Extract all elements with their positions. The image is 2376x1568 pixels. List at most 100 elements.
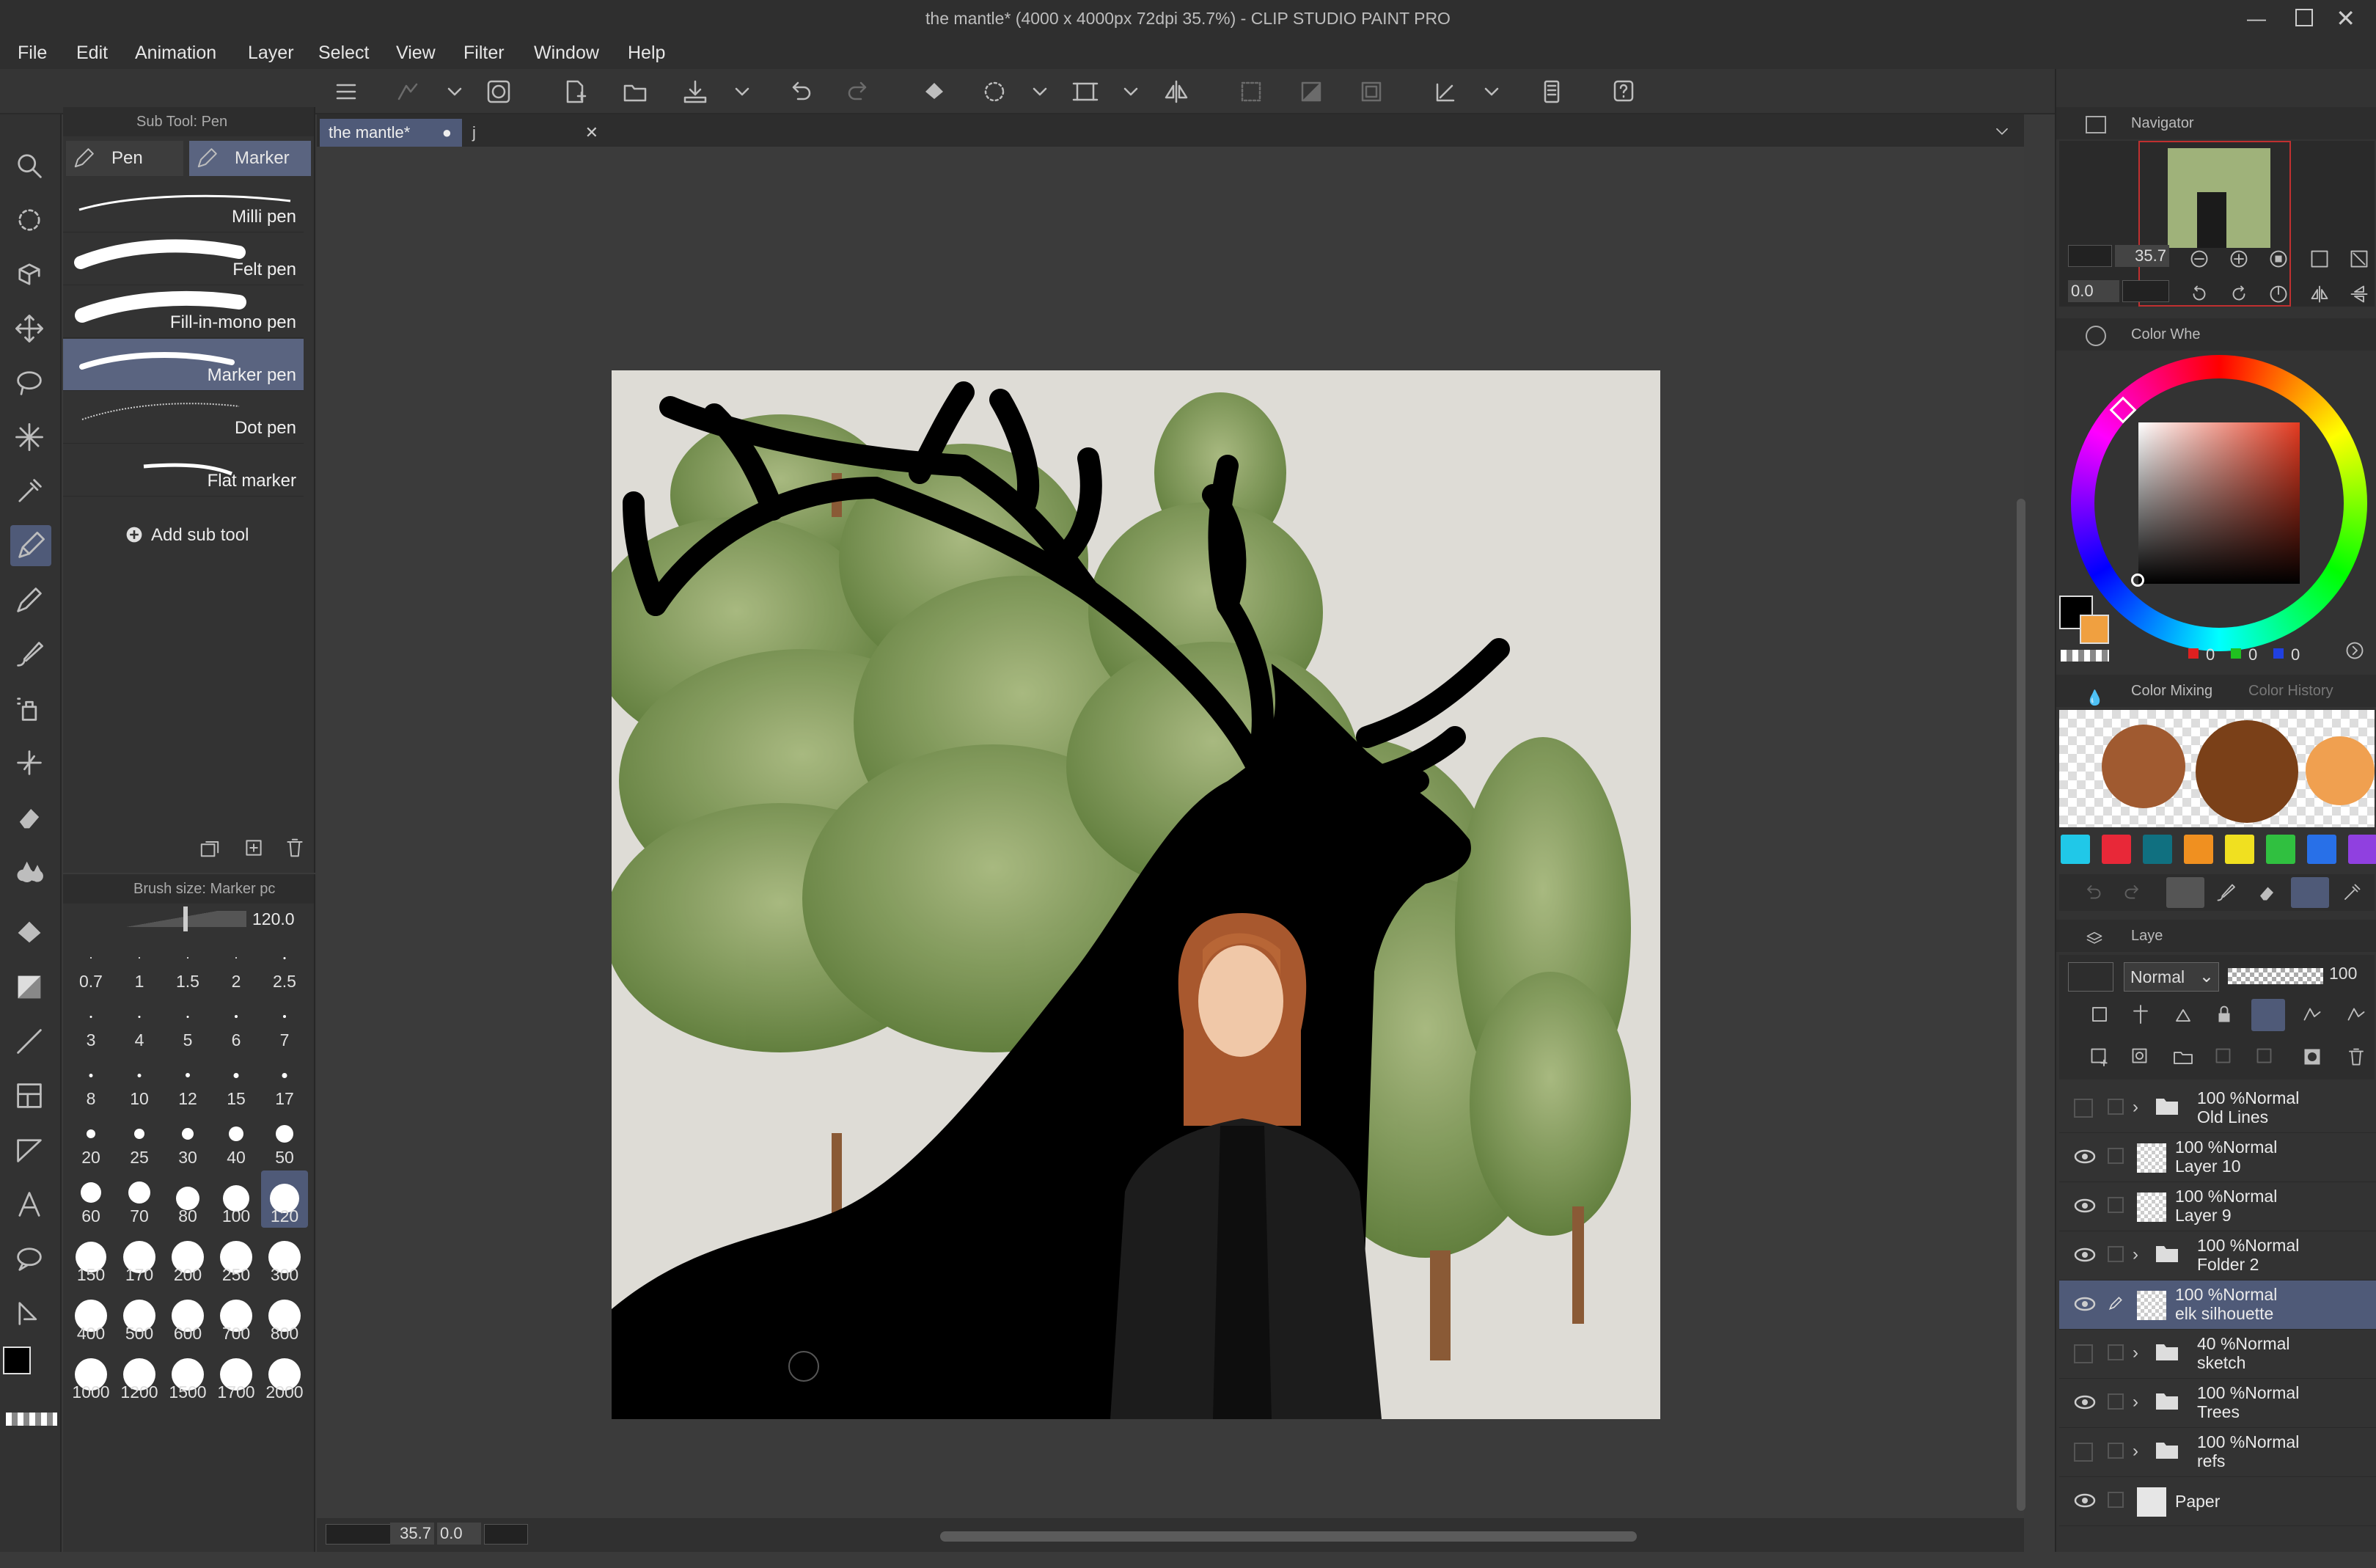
fill-icon[interactable] xyxy=(13,917,45,949)
save-icon[interactable] xyxy=(681,77,710,106)
operation-icon[interactable] xyxy=(13,204,45,236)
eye-icon[interactable] xyxy=(2074,1148,2096,1165)
navigator-zoom-slider[interactable] xyxy=(2068,245,2112,267)
expand-chevron-icon[interactable]: › xyxy=(2133,1343,2138,1363)
brush-size-preset[interactable]: 800 xyxy=(261,1288,308,1345)
eyedropper-icon[interactable] xyxy=(2341,882,2363,904)
minimize-icon[interactable]: — xyxy=(2247,7,2266,30)
brush-size-slider[interactable] xyxy=(70,911,246,927)
airbrush-icon[interactable] xyxy=(13,692,45,725)
chevron-down-icon[interactable] xyxy=(1477,77,1506,106)
layer-row[interactable]: › 100 %Normal Folder 2 xyxy=(2059,1231,2376,1281)
brush-size-preset[interactable]: 150 xyxy=(67,1229,114,1286)
brush-size-preset[interactable]: 40 xyxy=(213,1112,260,1169)
chevron-down-icon[interactable] xyxy=(1116,77,1145,106)
palette-swatch[interactable] xyxy=(2102,835,2131,864)
brush-size-slider-handle[interactable] xyxy=(183,906,188,931)
brush-size-preset[interactable]: 600 xyxy=(164,1288,211,1345)
redo-icon[interactable] xyxy=(2122,882,2144,904)
layer-row[interactable]: › 40 %Normal sketch xyxy=(2059,1330,2376,1379)
reset-rotation-icon[interactable] xyxy=(2267,283,2289,305)
help-icon[interactable] xyxy=(1609,77,1638,106)
rotate-left-icon[interactable] xyxy=(2188,283,2210,305)
transform-icon[interactable] xyxy=(1071,77,1100,106)
brush-size-preset[interactable]: 6 xyxy=(213,994,260,1052)
layer-row[interactable]: 100 %Normal elk silhouette xyxy=(2059,1281,2376,1330)
lasso-icon[interactable] xyxy=(13,367,45,399)
menu-animation[interactable]: Animation xyxy=(135,37,216,69)
layer-row[interactable]: › 100 %Normal refs xyxy=(2059,1428,2376,1477)
main-color-swatch[interactable] xyxy=(3,1347,31,1374)
brush-size-preset[interactable]: 120 xyxy=(261,1170,308,1228)
brush-item[interactable]: Marker pen xyxy=(63,339,304,391)
flip-horizontal-icon[interactable] xyxy=(2309,283,2331,305)
brush-size-preset[interactable]: 500 xyxy=(116,1288,163,1345)
select-all-icon[interactable] xyxy=(980,77,1009,106)
crop-icon[interactable] xyxy=(1357,77,1386,106)
brush-size-preset[interactable]: 15 xyxy=(213,1053,260,1110)
ruler-icon[interactable] xyxy=(1431,77,1461,106)
expand-chevron-icon[interactable]: › xyxy=(2133,1097,2138,1118)
brush-size-preset[interactable]: 10 xyxy=(116,1053,163,1110)
layer-color-toggle[interactable] xyxy=(2068,962,2113,992)
expand-chevron-icon[interactable]: › xyxy=(2133,1441,2138,1462)
add-icon[interactable] xyxy=(125,525,144,544)
clear-selection-icon[interactable] xyxy=(1236,77,1266,106)
chevron-down-icon[interactable] xyxy=(440,77,469,106)
figure-icon[interactable] xyxy=(13,1025,45,1058)
clip-below-icon[interactable] xyxy=(2089,1003,2111,1025)
decoration-icon[interactable] xyxy=(13,747,45,779)
fit-window-icon[interactable] xyxy=(2348,248,2370,270)
palette-swatch[interactable] xyxy=(2184,835,2213,864)
lock-toggle[interactable] xyxy=(2108,1246,2124,1262)
brush-size-preset[interactable]: 25 xyxy=(116,1112,163,1169)
menu-layer[interactable]: Layer xyxy=(248,37,294,69)
brush-item[interactable]: Milli pen xyxy=(63,180,304,232)
undo-icon[interactable] xyxy=(785,77,814,106)
menu-filter[interactable]: Filter xyxy=(463,37,505,69)
navigator-rotation-slider[interactable] xyxy=(2122,280,2169,302)
brush-size-preset[interactable]: 0.7 xyxy=(67,936,114,993)
brush-size-preset[interactable]: 300 xyxy=(261,1229,308,1286)
invert-selection-icon[interactable] xyxy=(1297,77,1326,106)
lock-transparency-icon[interactable] xyxy=(2172,1003,2194,1025)
palette-swatch[interactable] xyxy=(2266,835,2295,864)
lock-toggle[interactable] xyxy=(2108,1344,2124,1360)
blue-value[interactable]: 0 xyxy=(2291,645,2300,664)
correct-line-icon[interactable] xyxy=(13,1297,45,1329)
status-zoom[interactable]: 35.7 xyxy=(390,1523,434,1545)
lock-toggle[interactable] xyxy=(2108,1197,2124,1213)
brush-size-preset[interactable]: 1200 xyxy=(116,1347,163,1404)
brush-size-preset[interactable]: 20 xyxy=(67,1112,114,1169)
lock-icon[interactable] xyxy=(2213,1003,2235,1025)
expand-chevron-icon[interactable]: › xyxy=(2133,1245,2138,1265)
tablet-icon[interactable] xyxy=(1537,77,1566,106)
layer-row[interactable]: › 100 %Normal Old Lines xyxy=(2059,1084,2376,1133)
chevron-down-icon[interactable] xyxy=(1025,77,1055,106)
layer-row[interactable]: › 100 %Normal Trees xyxy=(2059,1379,2376,1428)
brush-item[interactable]: Felt pen xyxy=(63,233,304,285)
palette-swatch[interactable] xyxy=(2348,835,2376,864)
layer-row[interactable]: 100 %Normal Layer 9 xyxy=(2059,1182,2376,1231)
zoom-out-icon[interactable] xyxy=(2188,248,2210,270)
brush-size-preset[interactable]: 5 xyxy=(164,994,211,1052)
zoom-slider[interactable] xyxy=(326,1524,392,1545)
flip-horizontal-icon[interactable] xyxy=(1162,77,1191,106)
palette-swatch[interactable] xyxy=(2061,835,2090,864)
brush-size-preset[interactable]: 2000 xyxy=(261,1347,308,1404)
balloon-icon[interactable] xyxy=(13,1242,45,1275)
settings-arrow-icon[interactable] xyxy=(2344,640,2366,662)
merge-down-icon[interactable] xyxy=(2254,1046,2276,1068)
transparent-color-swatch[interactable] xyxy=(6,1413,57,1426)
layer-row[interactable]: 100 %Normal Layer 10 xyxy=(2059,1133,2376,1182)
ruler-tool-icon[interactable] xyxy=(13,1134,45,1166)
navigator-zoom[interactable]: 35.7 xyxy=(2115,245,2169,267)
brush-size-preset[interactable]: 50 xyxy=(261,1112,308,1169)
brush-size-preset[interactable]: 8 xyxy=(67,1053,114,1110)
transfer-down-icon[interactable] xyxy=(2213,1046,2235,1068)
lock-toggle[interactable] xyxy=(2108,1393,2124,1410)
brush-size-preset[interactable]: 250 xyxy=(213,1229,260,1286)
lock-toggle[interactable] xyxy=(2108,1148,2124,1164)
new-vector-layer-icon[interactable] xyxy=(2130,1046,2152,1068)
zoom-icon[interactable] xyxy=(13,150,45,182)
